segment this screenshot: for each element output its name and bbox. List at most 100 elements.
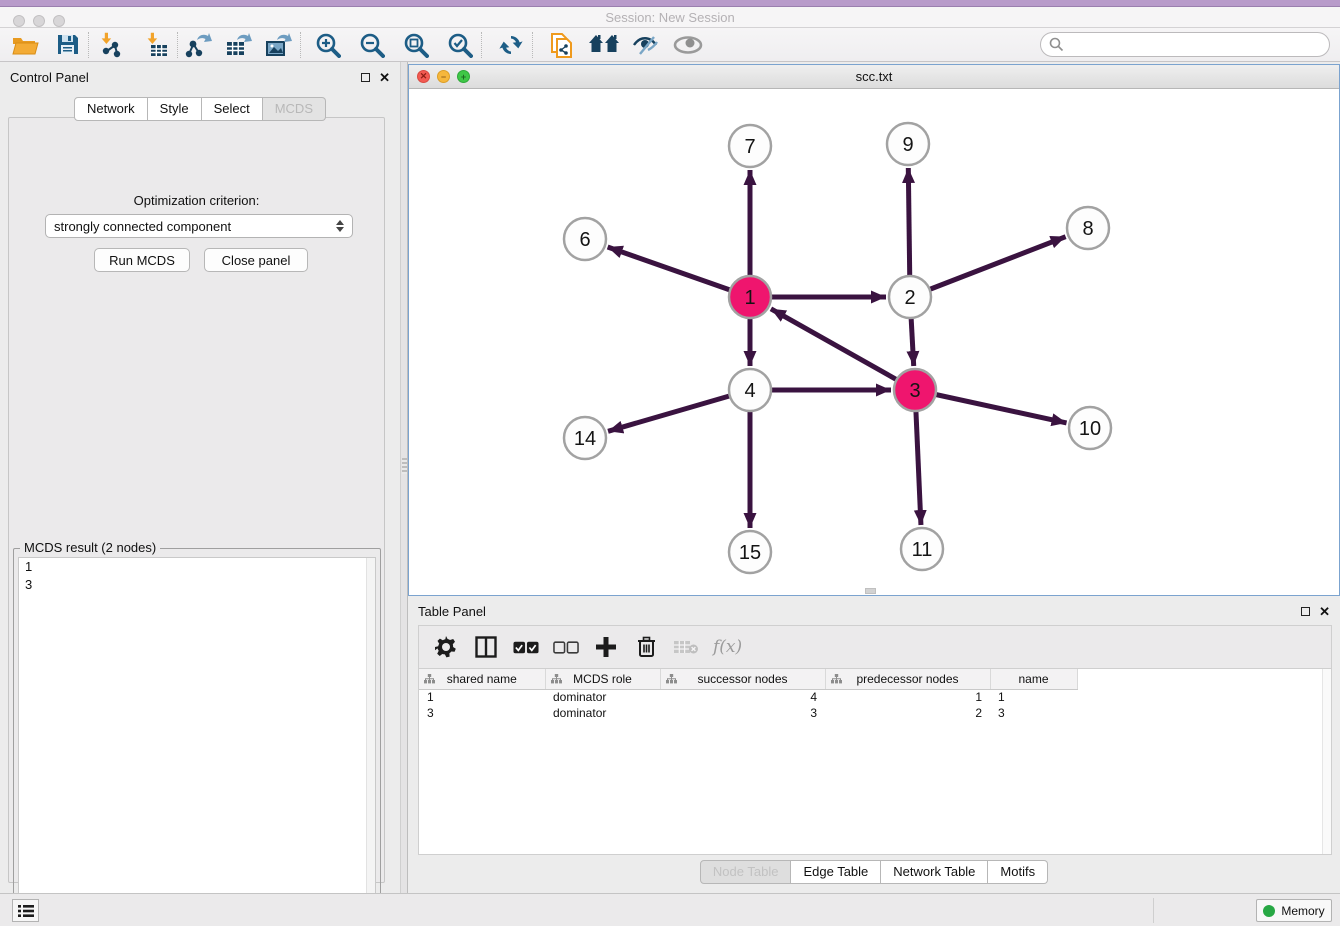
node-label: 2	[904, 287, 915, 309]
graph-edge-2-8[interactable]	[910, 237, 1066, 297]
table-cell[interactable]: 1	[419, 689, 545, 705]
close-panel-button[interactable]: Close panel	[204, 248, 308, 272]
tab-select[interactable]: Select	[202, 97, 263, 121]
memory-button[interactable]: Memory	[1256, 899, 1332, 922]
graph-node-6[interactable]: 6	[564, 218, 606, 260]
splitter-grip-icon[interactable]	[402, 458, 407, 474]
deselect-all-rows-icon[interactable]	[553, 634, 579, 660]
copy-network-icon[interactable]	[545, 30, 579, 60]
zoom-selected-icon[interactable]	[443, 30, 477, 60]
tab-node-table[interactable]: Node Table	[700, 860, 792, 884]
column-header-label: shared name	[419, 672, 545, 686]
graph-edge-1-6[interactable]	[608, 247, 750, 297]
export-network-icon[interactable]	[182, 30, 216, 60]
table-cell[interactable]: 4	[660, 689, 825, 705]
column-header-MCDS-role[interactable]: MCDS role	[545, 669, 660, 689]
export-image-icon[interactable]	[262, 30, 296, 60]
app-maximize-button[interactable]	[53, 15, 65, 27]
close-panel-icon[interactable]: ✕	[379, 71, 390, 84]
tab-network-table[interactable]: Network Table	[881, 860, 988, 884]
close-table-panel-icon[interactable]: ✕	[1319, 605, 1330, 618]
settings-gear-icon[interactable]	[433, 634, 459, 660]
canvas-scrollbar-thumb[interactable]	[865, 588, 876, 594]
graph-node-4[interactable]: 4	[729, 369, 771, 411]
table-scrollbar[interactable]	[1322, 669, 1331, 854]
import-table-icon[interactable]	[139, 30, 173, 60]
criterion-dropdown-value: strongly connected component	[54, 219, 336, 234]
network-minimize-icon[interactable]: −	[437, 70, 450, 83]
run-mcds-button[interactable]: Run MCDS	[94, 248, 190, 272]
graph-node-2[interactable]: 2	[889, 276, 931, 318]
home-icon[interactable]	[587, 30, 621, 60]
table-tabs: Node TableEdge TableNetwork TableMotifs	[408, 860, 1340, 884]
zoom-in-icon[interactable]	[311, 30, 345, 60]
refresh-icon[interactable]	[494, 30, 528, 60]
graph-node-9[interactable]: 9	[887, 123, 929, 165]
zoom-out-icon[interactable]	[355, 30, 389, 60]
toolbar-separator	[177, 32, 178, 58]
network-window-titlebar[interactable]: ✕ − + scc.txt	[409, 65, 1339, 89]
hide-details-icon[interactable]	[629, 30, 663, 60]
tab-motifs[interactable]: Motifs	[988, 860, 1048, 884]
graph-edge-3-1[interactable]	[771, 309, 915, 390]
import-network-icon[interactable]	[93, 30, 127, 60]
control-panel-title: Control Panel	[10, 70, 89, 85]
tab-network[interactable]: Network	[74, 97, 148, 121]
tab-style[interactable]: Style	[148, 97, 202, 121]
column-header-predecessor-nodes[interactable]: predecessor nodes	[825, 669, 990, 689]
graph-node-3[interactable]: 3	[894, 369, 936, 411]
select-all-rows-icon[interactable]	[513, 634, 539, 660]
graph-node-8[interactable]: 8	[1067, 207, 1109, 249]
table-row[interactable]: 1dominator411	[419, 689, 1077, 705]
table-cell[interactable]: 1	[825, 689, 990, 705]
graph-node-10[interactable]: 10	[1069, 407, 1111, 449]
save-icon[interactable]	[50, 30, 84, 60]
result-scrollbar[interactable]	[366, 558, 375, 918]
app-titlebar: Session: New Session	[0, 7, 1340, 28]
column-header-name[interactable]: name	[990, 669, 1077, 689]
graph-node-14[interactable]: 14	[564, 417, 606, 459]
delete-column-icon[interactable]	[633, 634, 659, 660]
node-table[interactable]: shared nameMCDS rolesuccessor nodesprede…	[418, 668, 1332, 855]
graph-node-15[interactable]: 15	[729, 531, 771, 573]
table-cell[interactable]: 3	[660, 705, 825, 721]
app-close-button[interactable]	[13, 15, 25, 27]
network-canvas[interactable]: 7 9 6 8 1 2 4 3 14 10 15 11	[409, 89, 1339, 595]
criterion-dropdown[interactable]: strongly connected component	[45, 214, 353, 238]
tab-edge-table[interactable]: Edge Table	[791, 860, 881, 884]
table-cell[interactable]: 1	[990, 689, 1077, 705]
table-cell[interactable]: dominator	[545, 689, 660, 705]
table-cell[interactable]: dominator	[545, 705, 660, 721]
mcds-result-list[interactable]: 13	[18, 557, 376, 919]
tab-mcds[interactable]: MCDS	[263, 97, 326, 121]
task-history-button[interactable]	[12, 899, 39, 922]
graph-node-7[interactable]: 7	[729, 125, 771, 167]
column-header-successor-nodes[interactable]: successor nodes	[660, 669, 825, 689]
network-close-icon[interactable]: ✕	[417, 70, 430, 83]
column-header-shared-name[interactable]: shared name	[419, 669, 545, 689]
graph-node-11[interactable]: 11	[901, 528, 943, 570]
search-input[interactable]	[1064, 38, 1329, 52]
search-box[interactable]	[1040, 32, 1330, 57]
float-table-panel-icon[interactable]	[1301, 607, 1310, 616]
node-label: 3	[909, 380, 920, 402]
zoom-fit-icon[interactable]	[399, 30, 433, 60]
open-folder-icon[interactable]	[8, 30, 42, 60]
graph-node-1[interactable]: 1	[729, 276, 771, 318]
table-row[interactable]: 3dominator323	[419, 705, 1077, 721]
export-table-icon[interactable]	[222, 30, 256, 60]
app-minimize-button[interactable]	[33, 15, 45, 27]
eye-icon[interactable]	[671, 30, 705, 60]
table-toolbar: f(x)	[418, 625, 1332, 668]
table-cell[interactable]: 3	[990, 705, 1077, 721]
network-window-title: scc.txt	[856, 69, 893, 84]
table-cell[interactable]: 3	[419, 705, 545, 721]
panel-splitter[interactable]	[400, 62, 408, 893]
float-panel-icon[interactable]	[361, 73, 370, 82]
graph-edge-3-10[interactable]	[915, 390, 1067, 423]
show-column-icon[interactable]	[473, 634, 499, 660]
add-column-icon[interactable]	[593, 634, 619, 660]
network-maximize-icon[interactable]: +	[457, 70, 470, 83]
table-cell[interactable]: 2	[825, 705, 990, 721]
column-type-icon	[831, 674, 842, 684]
